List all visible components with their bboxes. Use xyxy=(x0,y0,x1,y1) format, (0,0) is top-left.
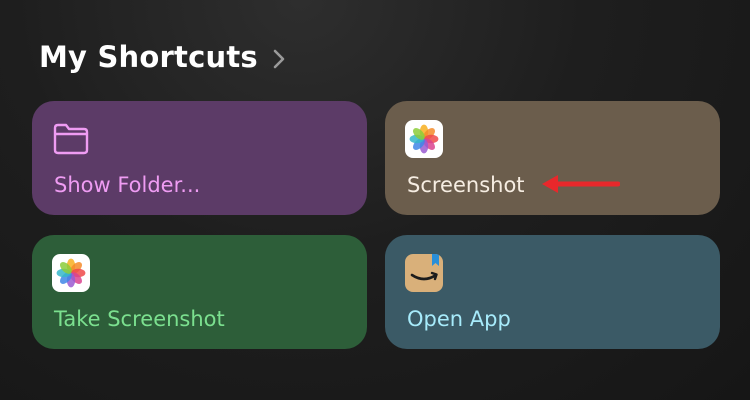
shortcut-label: Show Folder... xyxy=(54,173,201,197)
shortcut-show-folder[interactable]: Show Folder... xyxy=(32,101,367,215)
photos-app-icon xyxy=(405,120,443,158)
my-shortcuts-header[interactable]: My Shortcuts xyxy=(39,36,286,78)
photos-app-icon xyxy=(52,254,90,292)
shortcut-label: Take Screenshot xyxy=(54,307,225,331)
section-title: My Shortcuts xyxy=(39,40,258,74)
shortcut-take-screenshot[interactable]: Take Screenshot xyxy=(32,235,367,349)
shortcut-open-app[interactable]: Open App xyxy=(385,235,720,349)
red-arrow-icon xyxy=(542,175,620,193)
folder-icon xyxy=(53,123,89,155)
shortcut-label: Open App xyxy=(407,307,511,331)
amazon-app-icon xyxy=(405,254,443,292)
chevron-right-icon xyxy=(273,49,285,68)
shortcut-label: Screenshot xyxy=(407,173,525,197)
shortcut-screenshot[interactable]: Screenshot xyxy=(385,101,720,215)
